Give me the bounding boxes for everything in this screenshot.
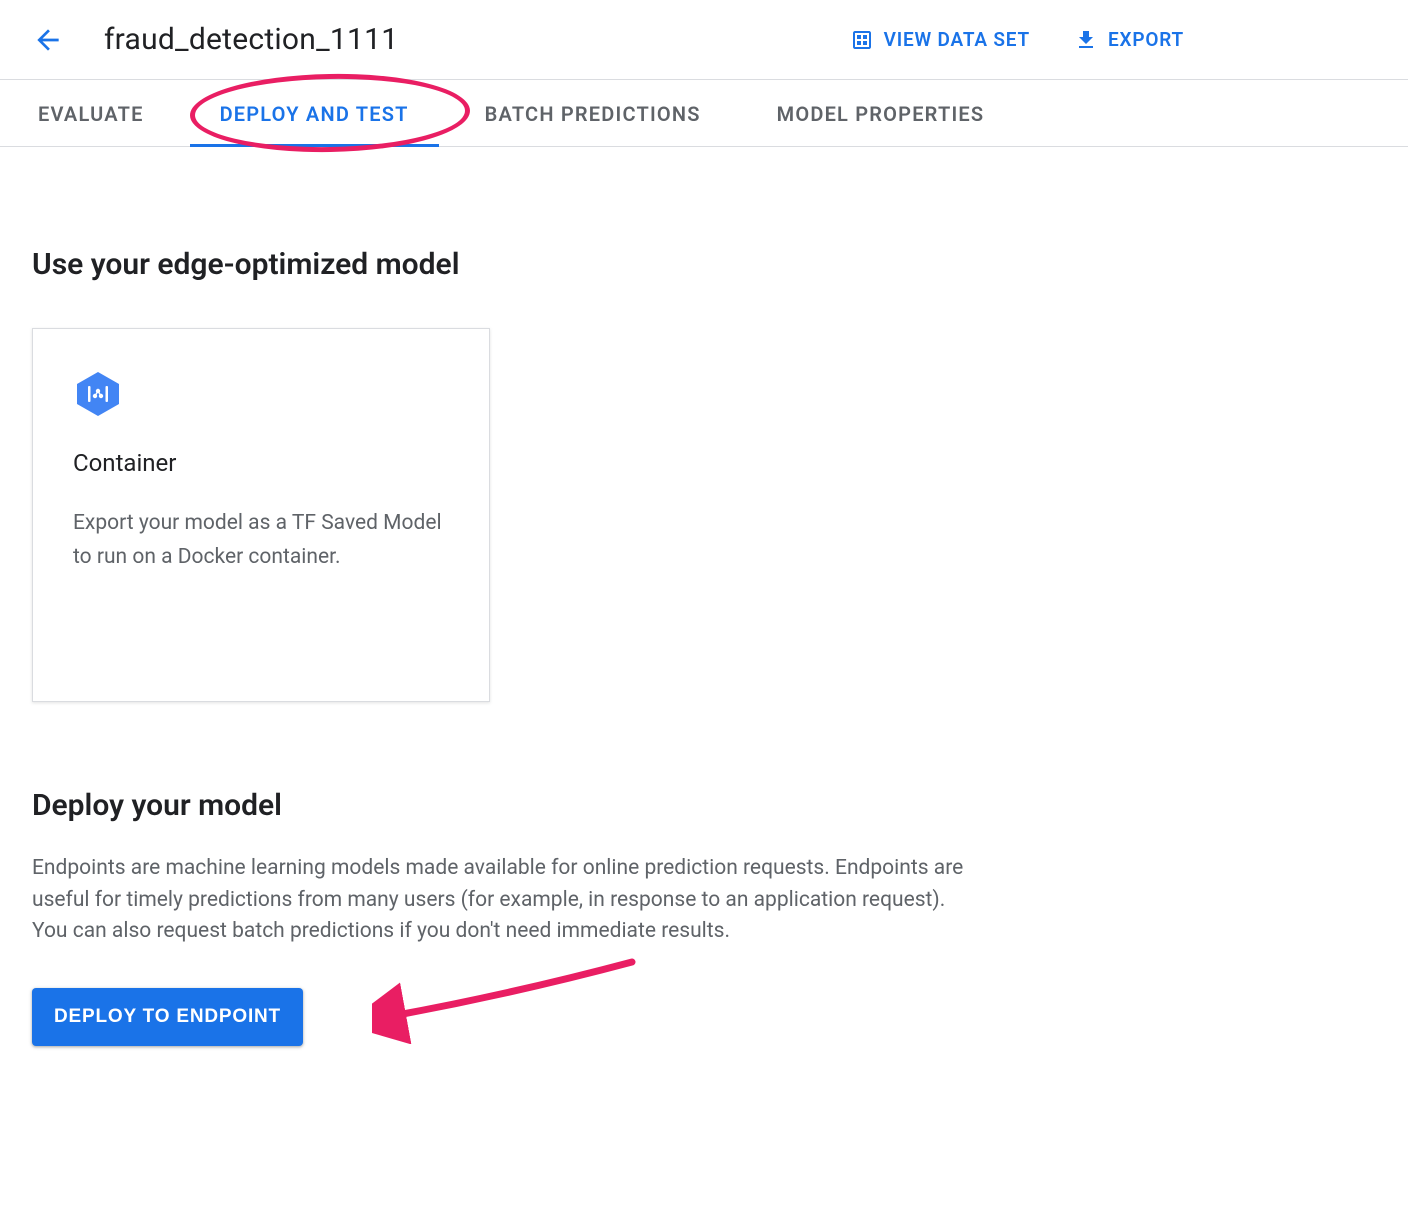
section-deploy-description: Endpoints are machine learning models ma… bbox=[32, 853, 982, 948]
header-actions: VIEW DATA SET EXPORT bbox=[850, 28, 1184, 52]
tab-evaluate[interactable]: EVALUATE bbox=[30, 80, 152, 146]
page-header: fraud_detection_1111 VIEW DATA SET EXPOR… bbox=[0, 0, 1408, 80]
download-icon bbox=[1074, 28, 1098, 52]
container-icon bbox=[73, 369, 123, 419]
tab-batch-predictions[interactable]: BATCH PREDICTIONS bbox=[477, 80, 709, 146]
view-dataset-label: VIEW DATA SET bbox=[884, 28, 1030, 51]
section-deploy-title: Deploy your model bbox=[32, 788, 1376, 823]
view-dataset-button[interactable]: VIEW DATA SET bbox=[850, 28, 1030, 52]
annotation-arrow bbox=[372, 954, 652, 1044]
deploy-to-endpoint-button[interactable]: DEPLOY TO ENDPOINT bbox=[32, 988, 303, 1046]
export-button[interactable]: EXPORT bbox=[1074, 28, 1184, 52]
arrow-left-icon bbox=[32, 24, 64, 56]
export-label: EXPORT bbox=[1108, 28, 1184, 51]
container-card-description: Export your model as a TF Saved Model to… bbox=[73, 507, 449, 574]
page-title: fraud_detection_1111 bbox=[104, 22, 398, 57]
tab-deploy-and-test[interactable]: DEPLOY AND TEST bbox=[212, 80, 417, 146]
container-card[interactable]: Container Export your model as a TF Save… bbox=[32, 328, 490, 702]
content: Use your edge-optimized model Container … bbox=[0, 147, 1408, 1086]
deploy-section: Deploy your model Endpoints are machine … bbox=[32, 788, 1376, 1046]
tab-model-properties[interactable]: MODEL PROPERTIES bbox=[769, 80, 993, 146]
dataset-icon bbox=[850, 28, 874, 52]
section-edge-title: Use your edge-optimized model bbox=[32, 247, 1376, 282]
container-card-title: Container bbox=[73, 449, 449, 477]
back-button[interactable] bbox=[24, 16, 72, 64]
tabs: EVALUATE DEPLOY AND TEST BATCH PREDICTIO… bbox=[0, 80, 1408, 147]
